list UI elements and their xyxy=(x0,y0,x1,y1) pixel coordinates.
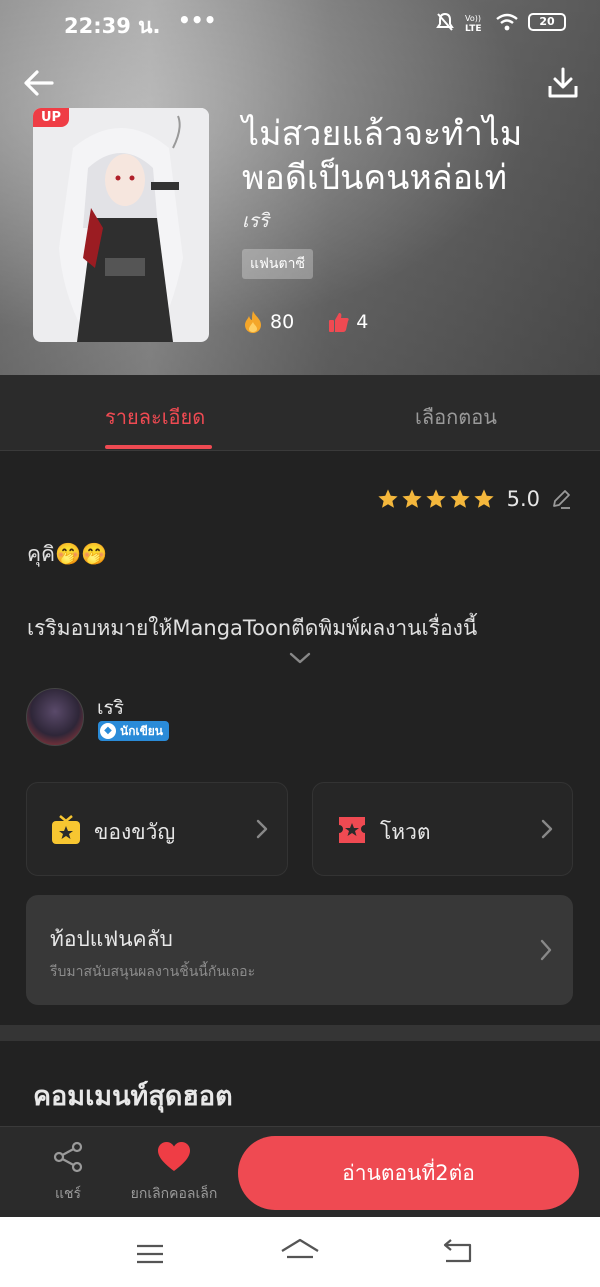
status-bar: 22:39 น. ••• Vo)) LTE 20 xyxy=(0,0,600,48)
vote-button[interactable]: โหวต xyxy=(312,782,573,876)
description-line-2: เรริมอบหมายให้MangaToonตีดพิมพ์ผลงานเรื่… xyxy=(27,616,478,640)
download-icon[interactable] xyxy=(546,66,580,100)
gift-button[interactable]: ของขวัญ xyxy=(26,782,288,876)
menu-icon[interactable] xyxy=(136,1243,164,1265)
gift-label: ของขวัญ xyxy=(94,820,176,844)
chevron-right-icon xyxy=(256,819,268,839)
likes-stat[interactable]: 4 xyxy=(328,311,368,333)
chevron-down-icon[interactable] xyxy=(288,648,312,668)
share-label: แชร์ xyxy=(54,1186,82,1202)
mute-icon xyxy=(436,12,454,31)
gift-icon xyxy=(52,815,80,844)
edit-icon[interactable] xyxy=(550,488,572,510)
comic-cover[interactable]: UP xyxy=(33,108,209,342)
return-icon[interactable] xyxy=(442,1239,474,1265)
top-navigation xyxy=(0,62,600,106)
fire-icon xyxy=(245,311,261,333)
views-count: 80 xyxy=(270,311,295,333)
top-fanclub-card[interactable]: ท้อปแฟนคลับ รีบมาสนับสนุนผลงานชิ้นนี้กัน… xyxy=(26,895,573,1005)
description-line-1: คุคิ🤭🤭 xyxy=(27,542,108,566)
vote-label: โหวต xyxy=(380,820,431,844)
status-time: 22:39 น. xyxy=(64,14,161,38)
hero-author-name[interactable]: เรริ xyxy=(242,206,269,236)
tab-bar: รายละเอียด เลือกตอน xyxy=(0,375,600,451)
writer-badge-icon: ◆ xyxy=(100,723,116,739)
home-icon[interactable] xyxy=(280,1237,320,1267)
svg-text:Vo)): Vo)) xyxy=(465,14,481,23)
tab-episodes[interactable]: เลือกตอน xyxy=(415,401,497,433)
continue-reading-button[interactable]: อ่านตอนที่2ต่อ xyxy=(238,1136,579,1210)
comic-title: ไม่สวยแล้วจะทำไม พอดีเป็นคนหล่อเท่ xyxy=(242,112,572,200)
avatar[interactable] xyxy=(26,688,84,746)
share-icon xyxy=(53,1141,83,1173)
author-name[interactable]: เรริ xyxy=(97,693,124,723)
status-icons: Vo)) LTE 20 xyxy=(436,12,566,32)
svg-text:LTE: LTE xyxy=(465,24,482,32)
status-notification-dots: ••• xyxy=(178,8,217,32)
hot-comments-heading: คอมเมนท์สุดฮอต xyxy=(33,1081,233,1112)
wifi-icon xyxy=(496,13,518,31)
views-stat: 80 xyxy=(242,310,294,334)
genre-tag[interactable]: แฟนตาซี xyxy=(242,249,313,279)
star-icon xyxy=(473,489,494,508)
back-arrow-icon[interactable] xyxy=(22,66,56,100)
rating-row[interactable]: 5.0 xyxy=(377,487,572,511)
rating-value: 5.0 xyxy=(506,487,540,511)
star-icon xyxy=(377,489,398,508)
share-button[interactable]: แชร์ xyxy=(40,1141,96,1207)
title-line-2: พอดีเป็นคนหล่อเท่ xyxy=(242,158,508,198)
system-navigation-bar xyxy=(0,1217,600,1287)
likes-count: 4 xyxy=(356,311,369,333)
heart-icon xyxy=(158,1142,190,1171)
volte-icon: Vo))LTE xyxy=(465,14,482,32)
bottom-action-bar: แชร์ ยกเลิกคอลเล็ก อ่านตอนที่2ต่อ xyxy=(0,1126,600,1217)
chevron-right-icon xyxy=(540,939,552,961)
battery-indicator: 20 xyxy=(528,13,566,31)
chevron-right-icon xyxy=(541,819,553,839)
cover-illustration xyxy=(33,108,209,342)
ticket-icon xyxy=(339,817,365,843)
comic-stats: 80 4 xyxy=(242,310,368,334)
title-line-1: ไม่สวยแล้วจะทำไม xyxy=(242,114,523,154)
writer-badge-label: นักเขียน xyxy=(120,723,164,738)
update-badge: UP xyxy=(33,108,70,127)
star-icon xyxy=(449,489,470,508)
fanclub-title: ท้อปแฟนคลับ xyxy=(50,927,173,951)
uncollect-button[interactable]: ยกเลิกคอลเล็ก xyxy=(118,1141,230,1207)
active-tab-indicator xyxy=(105,445,212,449)
fanclub-subtitle: รีบมาสนับสนุนผลงานชิ้นนี้กันเถอะ xyxy=(50,964,256,980)
thumbs-up-icon xyxy=(329,313,349,332)
uncollect-label: ยกเลิกคอลเล็ก xyxy=(130,1186,218,1202)
writer-badge: ◆ นักเขียน xyxy=(98,721,170,741)
star-icon xyxy=(401,489,422,508)
star-icon xyxy=(425,489,446,508)
section-divider xyxy=(0,1025,600,1041)
tab-details[interactable]: รายละเอียด xyxy=(105,401,205,433)
